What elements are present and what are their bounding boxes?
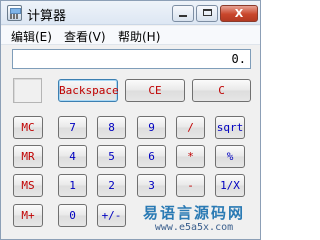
digit-0-button[interactable]: 0 [58,204,87,227]
digit-8-button[interactable]: 8 [97,116,126,139]
minimize-button[interactable] [172,5,194,22]
memory-indicator [13,78,42,103]
watermark-url-text: www.e5a5x.com [154,222,234,233]
digit-5-button[interactable]: 5 [97,145,126,168]
sign-toggle-button[interactable]: +/- [97,204,126,227]
minimize-icon [179,15,187,17]
watermark-cn-text: 易语言源码网 [142,204,245,222]
memory-store-button[interactable]: MS [13,174,43,197]
site-watermark: 易语言源码网 www.e5a5x.com [128,204,260,239]
digit-4-button[interactable]: 4 [58,145,87,168]
clear-button[interactable]: C [192,79,251,102]
subtract-button[interactable]: - [176,174,205,197]
divide-button[interactable]: / [176,116,205,139]
result-display: 0. [12,49,251,69]
percent-button[interactable]: % [215,145,245,168]
sqrt-button[interactable]: sqrt [215,116,245,139]
memory-recall-button[interactable]: MR [13,145,43,168]
menu-edit[interactable]: 编辑(E) [11,28,52,45]
menu-bar: 编辑(E) 查看(V) 帮助(H) [1,26,260,45]
multiply-button[interactable]: * [176,145,205,168]
close-icon: X [234,7,244,20]
digit-7-button[interactable]: 7 [58,116,87,139]
memory-add-button[interactable]: M+ [13,204,43,227]
digit-9-button[interactable]: 9 [137,116,166,139]
digit-1-button[interactable]: 1 [58,174,87,197]
calculator-icon [7,5,22,21]
reciprocal-button[interactable]: 1/X [215,174,245,197]
menu-help[interactable]: 帮助(H) [118,28,160,45]
digit-2-button[interactable]: 2 [97,174,126,197]
window-title: 计算器 [27,9,67,24]
title-bar[interactable]: 计算器 X [1,1,260,25]
digit-6-button[interactable]: 6 [137,145,166,168]
digit-3-button[interactable]: 3 [137,174,166,197]
backspace-button[interactable]: Backspace [58,79,119,102]
memory-clear-button[interactable]: MC [13,116,43,139]
menu-view[interactable]: 查看(V) [64,28,106,45]
maximize-button[interactable] [196,5,218,22]
close-button[interactable]: X [220,5,258,22]
clear-entry-button[interactable]: CE [125,79,185,102]
maximize-icon [202,9,212,16]
calculator-window: 计算器 X 编辑(E) 查看(V) 帮助(H) 0. Backspace CE … [0,0,261,240]
